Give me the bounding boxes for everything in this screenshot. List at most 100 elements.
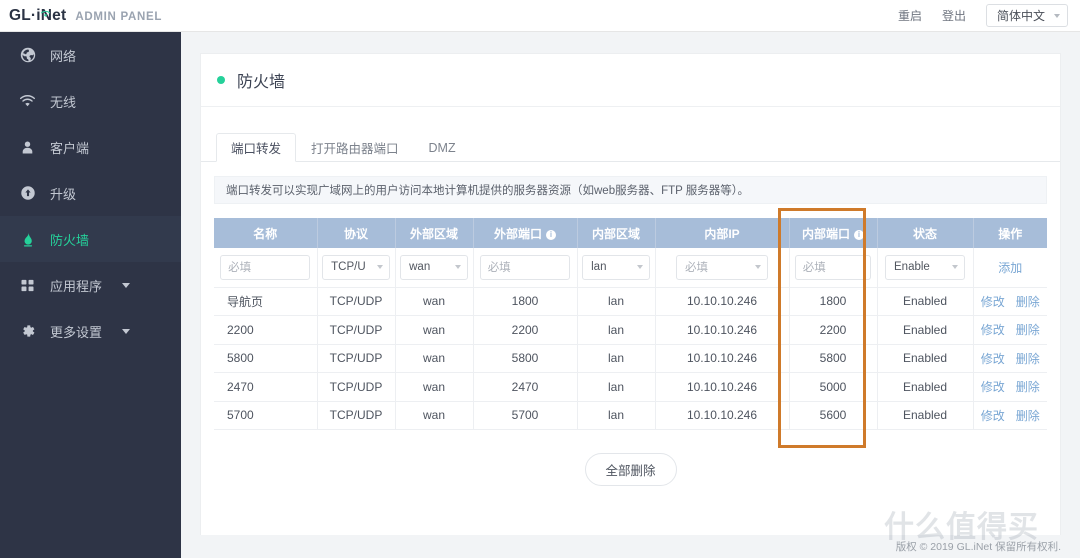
- cell-status: Enabled: [877, 344, 974, 373]
- cell-protocol-select: TCP/U: [317, 248, 396, 288]
- cell-ext_port: 5800: [473, 344, 578, 373]
- table-row: 导航页 TCP/UDP wan 1800 lan 10.10.10.246 1800 Enab…: [214, 287, 1047, 316]
- edit-button[interactable]: 修改: [981, 293, 1005, 310]
- delete-button[interactable]: 删除: [1016, 321, 1040, 338]
- cell-int_ip: 10.10.10.246: [655, 287, 790, 316]
- info-icon[interactable]: i: [854, 229, 864, 240]
- sidebar-item-5[interactable]: 防火墙: [0, 216, 181, 262]
- cell-int_ip: 10.10.10.246: [655, 372, 790, 402]
- copyright-text: 版权 © 2019 GL.iNet 保留所有权利.: [895, 541, 1061, 553]
- external-port-input[interactable]: 必填: [479, 254, 571, 280]
- protocol-select[interactable]: TCP/U: [322, 254, 390, 280]
- chevron-down-icon: [1054, 13, 1060, 18]
- edit-button[interactable]: 修改: [981, 321, 1005, 338]
- sidebar-item-label: 更多设置: [50, 324, 103, 340]
- cell-ext_port: 5700: [473, 401, 578, 430]
- chevron-down-icon: [122, 282, 131, 288]
- sidebar-item-4[interactable]: 升级: [0, 170, 181, 216]
- grid-icon: [19, 277, 36, 294]
- chevron-down-icon: [376, 265, 383, 270]
- edit-button[interactable]: 修改: [981, 350, 1005, 367]
- external-zone-select[interactable]: wan: [400, 254, 468, 280]
- cell-int_zone: lan: [577, 287, 656, 316]
- internal-ip-select[interactable]: 必填: [676, 254, 768, 280]
- cell-int_port: 1800: [789, 287, 878, 316]
- delete-all-row: 全部删除: [201, 453, 1060, 486]
- upgrade-icon: [19, 185, 36, 202]
- cell-name: 2470: [214, 372, 318, 402]
- cell-int_ip: 10.10.10.246: [655, 401, 790, 430]
- delete-all-button[interactable]: 全部删除: [584, 453, 677, 486]
- column-header-label: 外部区域: [409, 226, 458, 241]
- external-zone-select-value: wan: [409, 261, 431, 274]
- column-header-7: 内部端口 i: [789, 218, 878, 248]
- cell-actions: 修改 删除: [973, 344, 1047, 373]
- info-icon[interactable]: i: [546, 229, 556, 240]
- main-content: 防火墙 端口转发 打开路由器端口 DMZ 端口转发可以实现广域网上的用户访问本地计算…: [181, 32, 1080, 558]
- cell-int_zone: lan: [577, 315, 656, 345]
- sidebar-item-label: 升级: [50, 186, 77, 202]
- tab-2[interactable]: 打开路由器端口: [296, 133, 414, 162]
- sidebar-item-6[interactable]: 应用程序: [0, 262, 181, 308]
- table-row: 5800 TCP/UDP wan 5800 lan 10.10.10.246 5800 Ena…: [214, 344, 1047, 373]
- cell-protocol: TCP/UDP: [317, 372, 396, 402]
- column-header-9: 操作: [973, 218, 1047, 248]
- chevron-down-icon: [454, 265, 461, 270]
- column-header-5: 内部区域: [577, 218, 656, 248]
- cell-int_zone: lan: [577, 344, 656, 373]
- delete-button[interactable]: 删除: [1016, 378, 1040, 395]
- cell-int_port: 5600: [789, 401, 878, 430]
- info-banner: 端口转发可以实现广域网上的用户访问本地计算机提供的服务器资源（如web服务器、F…: [214, 176, 1047, 204]
- name-input[interactable]: 必填: [220, 254, 311, 280]
- brand-subtitle: ADMIN PANEL: [75, 10, 163, 23]
- cell-ext_zone: wan: [395, 401, 474, 430]
- edit-button[interactable]: 修改: [981, 407, 1005, 424]
- brand-logo: GL·iNet ADMIN PANEL: [0, 7, 162, 25]
- column-header-label: 内部IP: [704, 226, 740, 241]
- chevron-down-icon: [952, 265, 958, 270]
- status-select-value: Enable: [894, 261, 930, 274]
- cell-name: 5700: [214, 401, 318, 430]
- internal-port-input[interactable]: 必填: [794, 254, 872, 280]
- table-row: 2470 TCP/UDP wan 2470 lan 10.10.10.246 5000 Ena…: [214, 372, 1047, 402]
- sidebar-item-1[interactable]: 网络: [0, 32, 181, 78]
- language-select[interactable]: 简体中文: [985, 4, 1068, 27]
- column-header-label: 协议: [343, 226, 368, 241]
- cell-name: 导航页: [214, 287, 318, 316]
- chevron-down-icon: [636, 265, 643, 270]
- restart-button[interactable]: 重启: [898, 7, 922, 24]
- column-header-6: 内部IP: [655, 218, 790, 248]
- cell-int_ip: 10.10.10.246: [655, 315, 790, 345]
- add-button[interactable]: 添加: [998, 261, 1022, 275]
- tab-bar: 端口转发 打开路由器端口 DMZ: [201, 122, 1060, 162]
- status-select[interactable]: Enable: [885, 254, 965, 280]
- logout-button[interactable]: 登出: [942, 7, 966, 24]
- name-input-placeholder: 必填: [228, 262, 252, 275]
- footer: 版权 © 2019 GL.iNet 保留所有权利.: [181, 535, 1080, 558]
- column-header-label: 外部端口: [493, 226, 542, 241]
- top-bar: GL·iNet ADMIN PANEL 重启 登出 简体中文: [0, 0, 1080, 32]
- flame-icon: [19, 231, 36, 248]
- column-header-label: 名称: [253, 226, 278, 241]
- sidebar: 网络无线客户端升级防火墙 应用程序更多设置: [0, 32, 181, 558]
- sidebar-item-3[interactable]: 客户端: [0, 124, 181, 170]
- delete-button[interactable]: 删除: [1016, 350, 1040, 367]
- tab-1[interactable]: 端口转发: [216, 133, 297, 162]
- cell-int_port: 2200: [789, 315, 878, 345]
- cell-int_port: 5800: [789, 344, 878, 373]
- tab-3[interactable]: DMZ: [414, 133, 471, 162]
- chevron-down-icon: [122, 328, 131, 334]
- column-header-8: 状态: [877, 218, 974, 248]
- sidebar-item-label: 无线: [50, 94, 77, 110]
- cell-ext_zone: wan: [395, 287, 474, 316]
- card-header: 防火墙: [201, 54, 1060, 107]
- delete-button[interactable]: 删除: [1016, 407, 1040, 424]
- edit-button[interactable]: 修改: [981, 378, 1005, 395]
- internal-zone-select[interactable]: lan: [582, 254, 650, 280]
- cell-int_port: 5000: [789, 372, 878, 402]
- cell-name-input: 必填: [214, 248, 318, 288]
- cell-internal-zone-select: lan: [577, 248, 656, 288]
- delete-button[interactable]: 删除: [1016, 293, 1040, 310]
- sidebar-item-7[interactable]: 更多设置: [0, 308, 181, 354]
- sidebar-item-2[interactable]: 无线: [0, 78, 181, 124]
